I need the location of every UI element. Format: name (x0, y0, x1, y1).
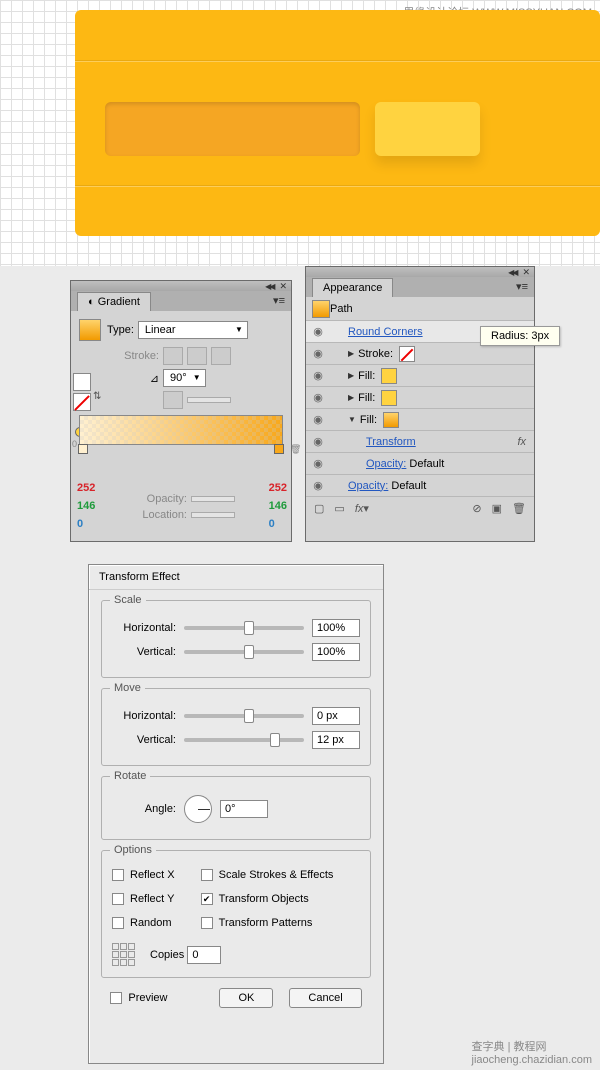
eye-icon[interactable]: ◉ (306, 479, 330, 492)
inset-field (105, 102, 360, 156)
stroke-swatch[interactable] (399, 346, 415, 362)
aspect-input (187, 397, 231, 403)
appearance-tab[interactable]: Appearance (312, 278, 393, 297)
panel-menu-icon[interactable]: ▾≡ (273, 294, 285, 307)
move-v-input[interactable] (312, 731, 360, 749)
angle-dial[interactable] (184, 795, 212, 823)
transform-objects-checkbox[interactable]: ✔Transform Objects (201, 893, 334, 905)
options-group: Options Reflect X Reflect Y Random Scale… (101, 850, 371, 978)
scale-strokes-checkbox[interactable]: Scale Strokes & Effects (201, 869, 334, 881)
scale-h-slider[interactable] (184, 626, 304, 630)
fill-swatch[interactable] (381, 368, 397, 384)
fx-icon: fx (517, 436, 526, 448)
copies-input[interactable] (187, 946, 221, 964)
effect-transform[interactable]: ◉ Transform fx (306, 431, 534, 453)
scale-group: Scale Horizontal: Vertical: (101, 600, 371, 678)
appearance-footer: ▢ ▭ fx▾ ⊘ ▣ 🗑 (306, 497, 534, 519)
mockup-canvas: 思缘设计论坛 WWW.MISSYUAN.COM (0, 0, 600, 266)
random-checkbox[interactable]: Random (112, 917, 175, 929)
new-art-icon[interactable]: ▢ (314, 502, 324, 515)
angle-icon: ⊿ (115, 372, 159, 385)
panel-menu-icon[interactable]: ▾≡ (516, 280, 528, 293)
delete-stop-icon[interactable]: 🗑 (290, 444, 300, 454)
eye-icon[interactable]: ◉ (306, 325, 330, 338)
eye-icon[interactable]: ◉ (306, 347, 330, 360)
eye-icon[interactable]: ◉ (306, 413, 330, 426)
stroke-swatch[interactable] (73, 393, 91, 411)
raised-button (375, 102, 480, 156)
duplicate-icon[interactable]: ▣ (492, 502, 502, 515)
object-opacity-row[interactable]: ◉ Opacity: Default (306, 475, 534, 497)
fill-row-1[interactable]: ◉ ▶ Fill: (306, 365, 534, 387)
fill-swatch[interactable] (73, 373, 91, 391)
gradient-tab[interactable]: ◐ Gradient (77, 292, 151, 311)
clear-icon[interactable]: ⊘ (472, 502, 481, 515)
dialog-title: Transform Effect (89, 565, 383, 590)
anchor-9point[interactable] (112, 943, 136, 967)
fill-opacity-row[interactable]: ◉ Opacity: Default (306, 453, 534, 475)
fx-menu-icon[interactable]: fx▾ (355, 502, 369, 515)
fill-row-2[interactable]: ◉ ▶ Fill: (306, 387, 534, 409)
scale-v-input[interactable] (312, 643, 360, 661)
new-stroke-icon[interactable]: ▭ (334, 502, 344, 515)
reflect-y-checkbox[interactable]: Reflect Y (112, 893, 175, 905)
scale-v-slider[interactable] (184, 650, 304, 654)
cancel-button[interactable]: Cancel (289, 988, 361, 1008)
orange-card (75, 10, 600, 236)
ok-button[interactable]: OK (219, 988, 273, 1008)
panel-chrome[interactable]: ◀◀✕ (71, 281, 291, 291)
stroke-opt-1[interactable] (163, 347, 183, 365)
move-v-slider[interactable] (184, 738, 304, 742)
angle-input[interactable]: 90° (163, 369, 206, 387)
color-stop-left[interactable] (78, 444, 88, 454)
delete-icon[interactable]: 🗑 (512, 502, 526, 515)
eye-icon[interactable]: ◉ (306, 391, 330, 404)
type-label: Type: (107, 324, 134, 336)
move-h-input[interactable] (312, 707, 360, 725)
panel-chrome[interactable]: ◀◀✕ (306, 267, 534, 277)
round-corners-tooltip: Radius: 3px (480, 326, 560, 346)
stroke-opt-3[interactable] (211, 347, 231, 365)
stroke-row[interactable]: ◉ ▶ Stroke: (306, 343, 534, 365)
watermark-bottom: 查字典 | 教程网jiaocheng.chazidian.com (472, 1038, 592, 1066)
fill-swatch[interactable] (381, 390, 397, 406)
swap-icon[interactable]: ⇅ (93, 391, 101, 402)
radio-icon: ◐ (88, 296, 95, 308)
stroke-opt-2[interactable] (187, 347, 207, 365)
aspect-icon[interactable] (163, 391, 183, 409)
eye-icon[interactable]: ◉ (306, 369, 330, 382)
stroke-label: Stroke: (115, 350, 159, 362)
object-thumb (312, 300, 330, 318)
object-row[interactable]: Path (306, 297, 534, 321)
appearance-panel: ◀◀✕ Appearance ▾≡ Path ◉ Round Corners ◉… (305, 266, 535, 542)
transform-patterns-checkbox[interactable]: Transform Patterns (201, 917, 334, 929)
fill-row-3[interactable]: ◉ ▼ Fill: (306, 409, 534, 431)
transform-effect-dialog: Transform Effect Scale Horizontal: Verti… (88, 564, 384, 1064)
rgb-readout-left: 252 146 0 (77, 479, 95, 533)
eye-icon[interactable]: ◉ (306, 435, 330, 448)
color-stop-right[interactable] (274, 444, 284, 454)
scale-h-input[interactable] (312, 619, 360, 637)
preview-checkbox[interactable]: Preview (110, 992, 167, 1004)
opacity-input (191, 496, 235, 502)
fill-swatch[interactable] (383, 412, 399, 428)
move-h-slider[interactable] (184, 714, 304, 718)
rotate-group: Rotate Angle: (101, 776, 371, 840)
rgb-readout-right: 252 146 0 (269, 479, 287, 533)
gradient-panel: ◀◀✕ ◐ Gradient ▾≡ Type: Linear ⇅ Stroke: (70, 280, 292, 542)
angle-input[interactable] (220, 800, 268, 818)
gradient-ramp[interactable]: 🗑 (79, 415, 283, 445)
move-group: Move Horizontal: Vertical: (101, 688, 371, 766)
reflect-x-checkbox[interactable]: Reflect X (112, 869, 175, 881)
type-select[interactable]: Linear (138, 321, 248, 339)
gradient-swatch[interactable] (79, 319, 101, 341)
location-input (191, 512, 235, 518)
eye-icon[interactable]: ◉ (306, 457, 330, 470)
